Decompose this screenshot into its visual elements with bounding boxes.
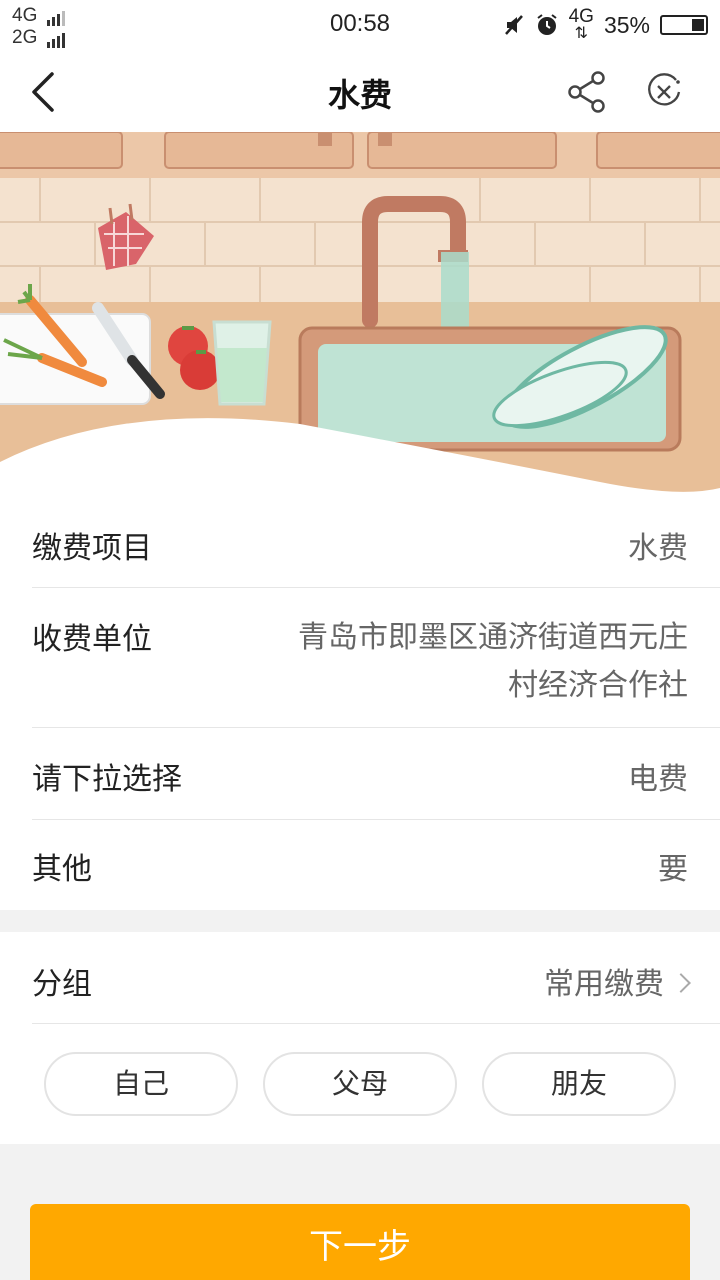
network-label-3: 4G <box>568 5 594 27</box>
payment-item-value: 水费 <box>628 531 688 566</box>
payee-value-line2: 村经济合作社 <box>508 668 688 703</box>
close-icon[interactable] <box>642 70 686 114</box>
share-icon[interactable] <box>566 70 610 114</box>
kitchen-sink-illustration <box>0 132 720 498</box>
page-title: 水费 <box>327 76 392 114</box>
chip-parents[interactable]: 父母 <box>263 1052 457 1116</box>
dropdown-select-value[interactable]: 电费 <box>628 754 688 798</box>
nav-bar: 水费 <box>0 52 720 132</box>
payee-value-line1: 青岛市即墨区通济街道西元庄 <box>298 620 688 655</box>
dropdown-select-label: 请下拉选择 <box>32 762 182 797</box>
row-dropdown-select[interactable]: 请下拉选择 电费 <box>32 728 720 820</box>
data-indicator: 4G ⇅ <box>568 5 594 42</box>
payment-item-label: 缴费项目 <box>32 531 152 566</box>
other-value[interactable]: 要 <box>658 844 688 888</box>
chip-self[interactable]: 自己 <box>44 1052 238 1116</box>
row-payee: 收费单位 青岛市即墨区通济街道西元庄 村经济合作社 <box>32 588 720 728</box>
row-group[interactable]: 分组 常用缴费 <box>32 932 720 1024</box>
data-arrows-icon: ⇅ <box>574 24 588 42</box>
row-other: 其他 要 <box>32 820 720 910</box>
battery-percent: 35% <box>603 11 650 38</box>
other-label: 其他 <box>32 852 92 887</box>
next-step-button[interactable]: 下一步 <box>30 1204 690 1280</box>
row-payment-item: 缴费项目 水费 <box>32 498 720 588</box>
payee-label: 收费单位 <box>32 622 152 657</box>
payment-info-card: 缴费项目 水费 收费单位 青岛市即墨区通济街道西元庄 村经济合作社 请下拉选择 … <box>0 498 720 910</box>
group-value[interactable]: 常用缴费 <box>544 959 691 1003</box>
mute-icon <box>504 15 523 35</box>
group-label: 分组 <box>32 967 92 1002</box>
status-right: 4G ⇅ 35% <box>503 5 708 42</box>
chevron-right-icon <box>671 972 691 993</box>
chip-friends[interactable]: 朋友 <box>482 1052 676 1116</box>
banner-illustration <box>0 132 720 498</box>
group-value-text: 常用缴费 <box>544 967 664 1002</box>
battery-icon <box>660 15 708 35</box>
status-bar: 4G 2G 00:58 4G ⇅ 35% <box>0 0 720 52</box>
group-card: 分组 常用缴费 自己 父母 朋友 <box>0 932 720 1144</box>
alarm-icon <box>536 14 557 35</box>
payee-value: 青岛市即墨区通济街道西元庄 村经济合作社 <box>298 614 688 710</box>
